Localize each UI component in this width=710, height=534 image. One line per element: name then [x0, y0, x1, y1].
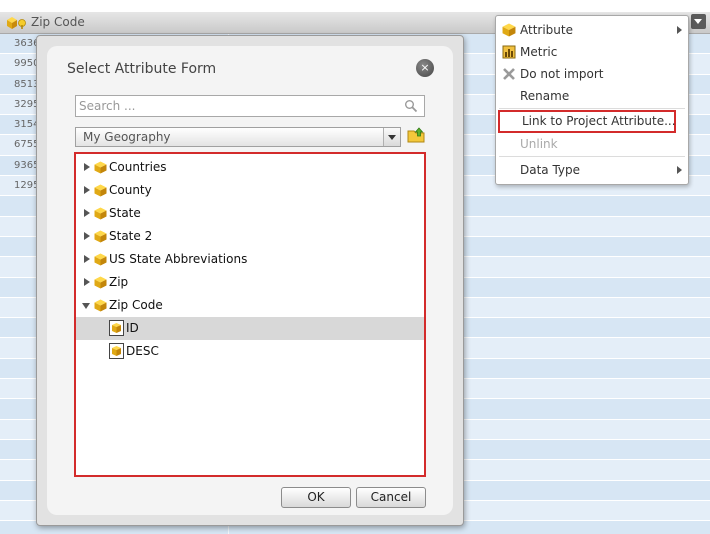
menu-item-label: Unlink	[520, 137, 558, 151]
attribute-tree: Countries County State State 2 US State Abbr…	[74, 152, 426, 477]
attribute-cube-icon	[94, 207, 107, 220]
tree-node-label: Zip	[109, 275, 129, 289]
tree-node-label: State 2	[109, 229, 153, 243]
expand-arrow-right-icon[interactable]	[84, 232, 90, 240]
chevron-right-icon	[677, 166, 682, 174]
attribute-cube-icon	[7, 17, 26, 29]
menu-item-unlink: Unlink	[496, 133, 688, 155]
menu-item-label: Data Type	[520, 163, 581, 177]
search-input[interactable]	[79, 98, 399, 114]
tree-attribute-node[interactable]: State 2	[76, 225, 424, 248]
close-icon[interactable]: ×	[416, 59, 434, 77]
expand-arrow-down-icon[interactable]	[82, 303, 90, 309]
menu-item-attribute[interactable]: Attribute	[496, 19, 688, 41]
do-not-import-x-icon	[502, 67, 516, 81]
expand-arrow-right-icon[interactable]	[84, 163, 90, 171]
menu-item-rename[interactable]: Rename	[496, 85, 688, 107]
tree-attribute-node[interactable]: Zip	[76, 271, 424, 294]
column-menu-button[interactable]	[691, 14, 706, 29]
expand-arrow-right-icon[interactable]	[84, 255, 90, 263]
menu-item-label: Attribute	[520, 23, 573, 37]
tree-node-label: Countries	[109, 160, 167, 174]
select-attribute-form-dialog: Select Attribute Form × My Geography Cou…	[36, 35, 464, 526]
column-title: Zip Code	[31, 15, 85, 29]
folder-select[interactable]: My Geography	[75, 127, 401, 147]
cancel-button[interactable]: Cancel	[356, 487, 426, 508]
menu-item-label: Do not import	[520, 67, 604, 81]
menu-item-label: Rename	[520, 89, 570, 103]
tree-form-node[interactable]: DESC	[76, 340, 424, 363]
menu-item-do-not-import[interactable]: Do not import	[496, 63, 688, 85]
menu-item-label: Link to Project Attribute...	[522, 114, 676, 128]
attribute-cube-icon	[94, 299, 107, 312]
ok-button[interactable]: OK	[281, 487, 351, 508]
folder-select-value: My Geography	[83, 130, 171, 144]
attribute-cube-icon	[502, 23, 516, 37]
attribute-cube-icon	[94, 161, 107, 174]
tree-attribute-node[interactable]: State	[76, 202, 424, 225]
menu-item-link-to-project-attribute[interactable]: Link to Project Attribute...	[498, 110, 676, 133]
tree-attribute-node[interactable]: US State Abbreviations	[76, 248, 424, 271]
tree-attribute-node[interactable]: Zip Code	[76, 294, 424, 317]
attribute-cube-icon	[94, 253, 107, 266]
tree-attribute-node[interactable]: County	[76, 179, 424, 202]
folder-up-icon[interactable]	[407, 126, 427, 144]
menu-separator	[499, 156, 685, 157]
tree-node-label: Zip Code	[109, 298, 163, 312]
menu-item-label: Metric	[520, 45, 558, 59]
tree-node-label: ID	[126, 321, 139, 335]
column-context-menu: Attribute Metric Do not import Rename Link t…	[495, 15, 689, 185]
tree-node-label: DESC	[126, 344, 159, 358]
menu-item-metric[interactable]: Metric	[496, 41, 688, 63]
attribute-cube-icon	[94, 184, 107, 197]
attribute-form-icon	[109, 343, 124, 359]
expand-arrow-right-icon[interactable]	[84, 186, 90, 194]
search-field[interactable]	[75, 95, 425, 117]
chevron-right-icon	[677, 26, 682, 34]
attribute-cube-icon	[94, 230, 107, 243]
attribute-cube-icon	[94, 276, 107, 289]
menu-separator	[499, 108, 685, 109]
chevron-down-icon[interactable]	[383, 128, 400, 146]
dialog-title: Select Attribute Form	[67, 61, 217, 77]
tree-attribute-node[interactable]: Countries	[76, 156, 424, 179]
expand-arrow-right-icon[interactable]	[84, 278, 90, 286]
menu-item-data-type[interactable]: Data Type	[496, 159, 688, 181]
tree-form-node[interactable]: ID	[76, 317, 424, 340]
metric-icon	[502, 45, 516, 59]
search-icon[interactable]	[404, 99, 418, 113]
tree-node-label: State	[109, 206, 141, 220]
tree-node-label: US State Abbreviations	[109, 252, 248, 266]
expand-arrow-right-icon[interactable]	[84, 209, 90, 217]
tree-node-label: County	[109, 183, 152, 197]
attribute-form-icon	[109, 320, 124, 336]
